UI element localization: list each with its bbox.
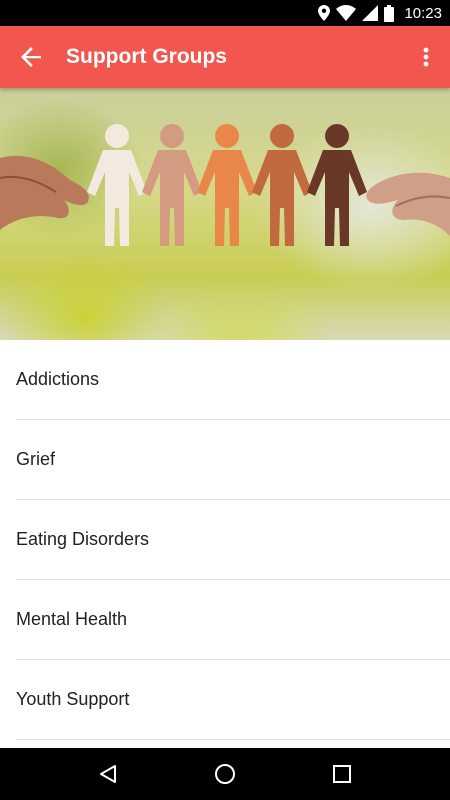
system-nav-bar	[0, 748, 450, 800]
right-hand	[366, 172, 450, 236]
paper-person-figure	[87, 124, 147, 246]
arrow-back-icon	[21, 47, 41, 67]
status-time: 10:23	[404, 4, 442, 22]
support-group-list: Addictions Grief Eating Disorders Mental…	[0, 340, 450, 740]
wifi-icon	[336, 5, 357, 21]
nav-home-button[interactable]	[201, 750, 249, 798]
location-icon	[318, 5, 331, 21]
list-item-grief[interactable]: Grief	[16, 420, 450, 500]
back-button[interactable]	[0, 26, 62, 88]
paper-person-figure	[197, 124, 257, 246]
list-item-youth-support[interactable]: Youth Support	[16, 660, 450, 740]
status-bar: 10:23	[0, 0, 450, 26]
paper-person-figure	[307, 124, 367, 246]
more-vert-icon	[423, 47, 429, 67]
battery-icon	[384, 4, 395, 22]
left-hand	[0, 155, 89, 230]
page-title: Support Groups	[66, 45, 227, 68]
home-circle-icon	[214, 764, 235, 784]
nav-back-button[interactable]	[84, 750, 132, 798]
paper-people-illustration	[0, 124, 450, 246]
hero-image	[0, 88, 450, 340]
overflow-menu-button[interactable]	[402, 26, 450, 88]
paper-person-figure	[142, 124, 202, 246]
list-item-mental-health[interactable]: Mental Health	[16, 580, 450, 660]
people-chain	[87, 124, 367, 246]
list-item-addictions[interactable]: Addictions	[16, 340, 450, 420]
list-item-eating-disorders[interactable]: Eating Disorders	[16, 500, 450, 580]
nav-recents-button[interactable]	[318, 750, 366, 798]
app-bar: Support Groups	[0, 26, 450, 88]
cell-signal-icon	[362, 5, 379, 21]
paper-person-figure	[252, 124, 312, 246]
recents-square-icon	[332, 765, 351, 783]
back-triangle-icon	[100, 765, 117, 783]
